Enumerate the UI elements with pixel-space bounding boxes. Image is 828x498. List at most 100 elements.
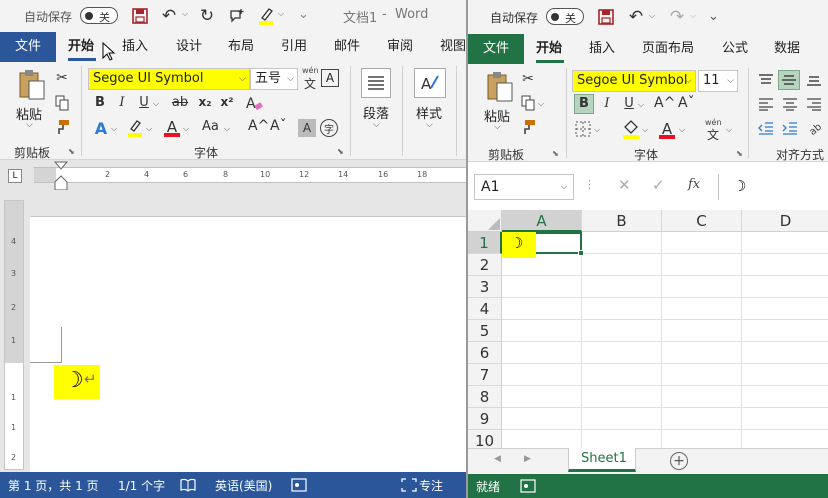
- change-case-button[interactable]: Aa: [202, 119, 219, 134]
- undo-dropdown-icon[interactable]: ⌵: [649, 11, 655, 21]
- tab-design[interactable]: 设计: [176, 32, 202, 62]
- phonetic-dropdown-icon[interactable]: ⌵: [726, 125, 732, 135]
- styles-dropdown-icon[interactable]: ⌵: [426, 120, 433, 130]
- underline-button[interactable]: U: [137, 95, 151, 110]
- tab-view[interactable]: 视图: [440, 32, 466, 62]
- name-box-dropdown-icon[interactable]: ⌵: [561, 182, 567, 192]
- tab-insert[interactable]: 插入: [122, 32, 148, 62]
- underline-dropdown-icon[interactable]: ⌵: [638, 100, 644, 110]
- qat-more-icon[interactable]: ⌄: [298, 7, 309, 22]
- select-all-corner[interactable]: [468, 210, 502, 232]
- font-name-box[interactable]: Segoe UI Symbol ⌵: [88, 68, 250, 90]
- font-color-icon[interactable]: A: [658, 118, 676, 140]
- copy-icon[interactable]: [520, 94, 536, 112]
- tab-file[interactable]: 文件: [468, 34, 524, 64]
- borders-dropdown-icon[interactable]: ⌵: [594, 125, 600, 135]
- underline-dropdown-icon[interactable]: ⌵: [153, 99, 159, 109]
- format-painter-icon[interactable]: [54, 118, 70, 136]
- cancel-entry-icon[interactable]: ✕: [618, 176, 631, 194]
- row-header[interactable]: 2: [468, 254, 502, 276]
- tab-file[interactable]: 文件: [0, 32, 56, 62]
- underline-button[interactable]: U: [622, 96, 636, 111]
- column-header[interactable]: B: [582, 210, 662, 232]
- tab-insert[interactable]: 插入: [589, 34, 615, 64]
- comment-icon[interactable]: [226, 6, 248, 26]
- text-highlight-dropdown-icon[interactable]: ⌵: [146, 124, 152, 134]
- strikethrough-button[interactable]: ab: [170, 95, 190, 110]
- shrink-font-button[interactable]: Aˇ: [270, 118, 287, 134]
- paragraph-dropdown-icon[interactable]: ⌵: [373, 120, 380, 130]
- bold-button[interactable]: B: [93, 95, 107, 110]
- row-header[interactable]: 4: [468, 298, 502, 320]
- text-effects-icon[interactable]: A: [92, 118, 110, 138]
- accessibility-icon[interactable]: [291, 477, 307, 493]
- shrink-font-button[interactable]: Aˇ: [678, 95, 695, 111]
- align-middle-icon[interactable]: [778, 70, 800, 90]
- font-name-dropdown-icon[interactable]: ⌵: [239, 69, 246, 89]
- paste-icon[interactable]: [484, 70, 516, 104]
- align-bottom-icon[interactable]: [804, 70, 824, 90]
- focus-icon[interactable]: [401, 477, 417, 493]
- row-header[interactable]: 7: [468, 364, 502, 386]
- clear-formatting-icon[interactable]: A: [244, 93, 264, 113]
- tab-data[interactable]: 数据: [774, 34, 800, 64]
- sheet-scroll-right-icon[interactable]: ▶: [524, 454, 531, 464]
- highlight-pen-icon[interactable]: [256, 5, 276, 27]
- tab-mailings[interactable]: 邮件: [334, 32, 360, 62]
- undo-dropdown-icon[interactable]: ⌵: [182, 9, 188, 19]
- format-painter-icon[interactable]: [520, 118, 536, 136]
- paste-dropdown-icon[interactable]: ⌵: [26, 120, 33, 130]
- sheet-tab-sheet1[interactable]: Sheet1: [568, 448, 636, 472]
- font-size-box[interactable]: 11 ⌵: [698, 70, 738, 92]
- paste-dropdown-icon[interactable]: ⌵: [494, 122, 501, 132]
- save-icon[interactable]: [130, 6, 150, 26]
- font-launcher-icon[interactable]: ⬊: [337, 147, 344, 156]
- autosave-toggle[interactable]: 关: [80, 7, 118, 24]
- row-header[interactable]: 1: [468, 232, 502, 254]
- font-launcher-icon[interactable]: ⬊: [736, 149, 743, 158]
- redo-icon[interactable]: ↷: [666, 7, 688, 27]
- tab-selector-icon[interactable]: L: [8, 169, 22, 183]
- tab-formulas[interactable]: 公式: [722, 34, 748, 64]
- column-header[interactable]: A: [502, 210, 582, 232]
- italic-button[interactable]: I: [115, 95, 129, 110]
- autosave-toggle[interactable]: 关: [546, 8, 584, 25]
- sheet-scroll-left-icon[interactable]: ◀: [494, 454, 501, 464]
- cut-icon[interactable]: ✂: [520, 70, 536, 88]
- save-icon[interactable]: [596, 7, 616, 27]
- text-highlight-icon[interactable]: [126, 118, 144, 138]
- align-right-icon[interactable]: [804, 94, 824, 114]
- redo-icon[interactable]: ↻: [196, 5, 218, 27]
- font-color-dropdown-icon[interactable]: ⌵: [679, 125, 685, 135]
- confirm-entry-icon[interactable]: ✓: [652, 176, 665, 194]
- cell-a1[interactable]: ☽: [502, 232, 584, 258]
- proofing-book-icon[interactable]: [180, 477, 196, 493]
- font-name-box[interactable]: Segoe UI Symbol ⌵: [572, 70, 696, 92]
- column-header[interactable]: D: [742, 210, 828, 232]
- tab-references[interactable]: 引用: [281, 32, 307, 62]
- char-shading-icon[interactable]: A: [298, 119, 316, 137]
- change-case-dropdown-icon[interactable]: ⌵: [224, 124, 230, 134]
- crescent-moon-symbol[interactable]: ☽: [64, 368, 84, 393]
- borders-icon[interactable]: [574, 120, 592, 138]
- superscript-button[interactable]: x²: [218, 95, 236, 109]
- document-page[interactable]: ☽ ↵: [30, 216, 466, 472]
- accessibility-icon[interactable]: [520, 478, 536, 494]
- tab-layout[interactable]: 布局: [228, 32, 254, 62]
- fill-color-dropdown-icon[interactable]: ⌵: [642, 125, 648, 135]
- row-header[interactable]: 8: [468, 386, 502, 408]
- copy-icon[interactable]: [54, 94, 70, 112]
- highlight-dropdown-icon[interactable]: ⌵: [278, 9, 284, 19]
- align-center-icon[interactable]: [780, 94, 800, 114]
- fill-color-icon[interactable]: [622, 118, 640, 140]
- page-count[interactable]: 第 1 页，共 1 页: [8, 477, 99, 494]
- add-sheet-icon[interactable]: +: [670, 452, 688, 470]
- char-border-icon[interactable]: A: [321, 69, 339, 87]
- bold-button[interactable]: B: [577, 96, 591, 111]
- copy-dropdown-icon[interactable]: ⌵: [538, 99, 544, 109]
- column-header[interactable]: C: [662, 210, 742, 232]
- undo-icon[interactable]: ↶: [625, 7, 647, 27]
- word-count[interactable]: 1/1 个字: [118, 477, 165, 494]
- row-header[interactable]: 9: [468, 408, 502, 430]
- styles-icon[interactable]: A: [414, 68, 446, 98]
